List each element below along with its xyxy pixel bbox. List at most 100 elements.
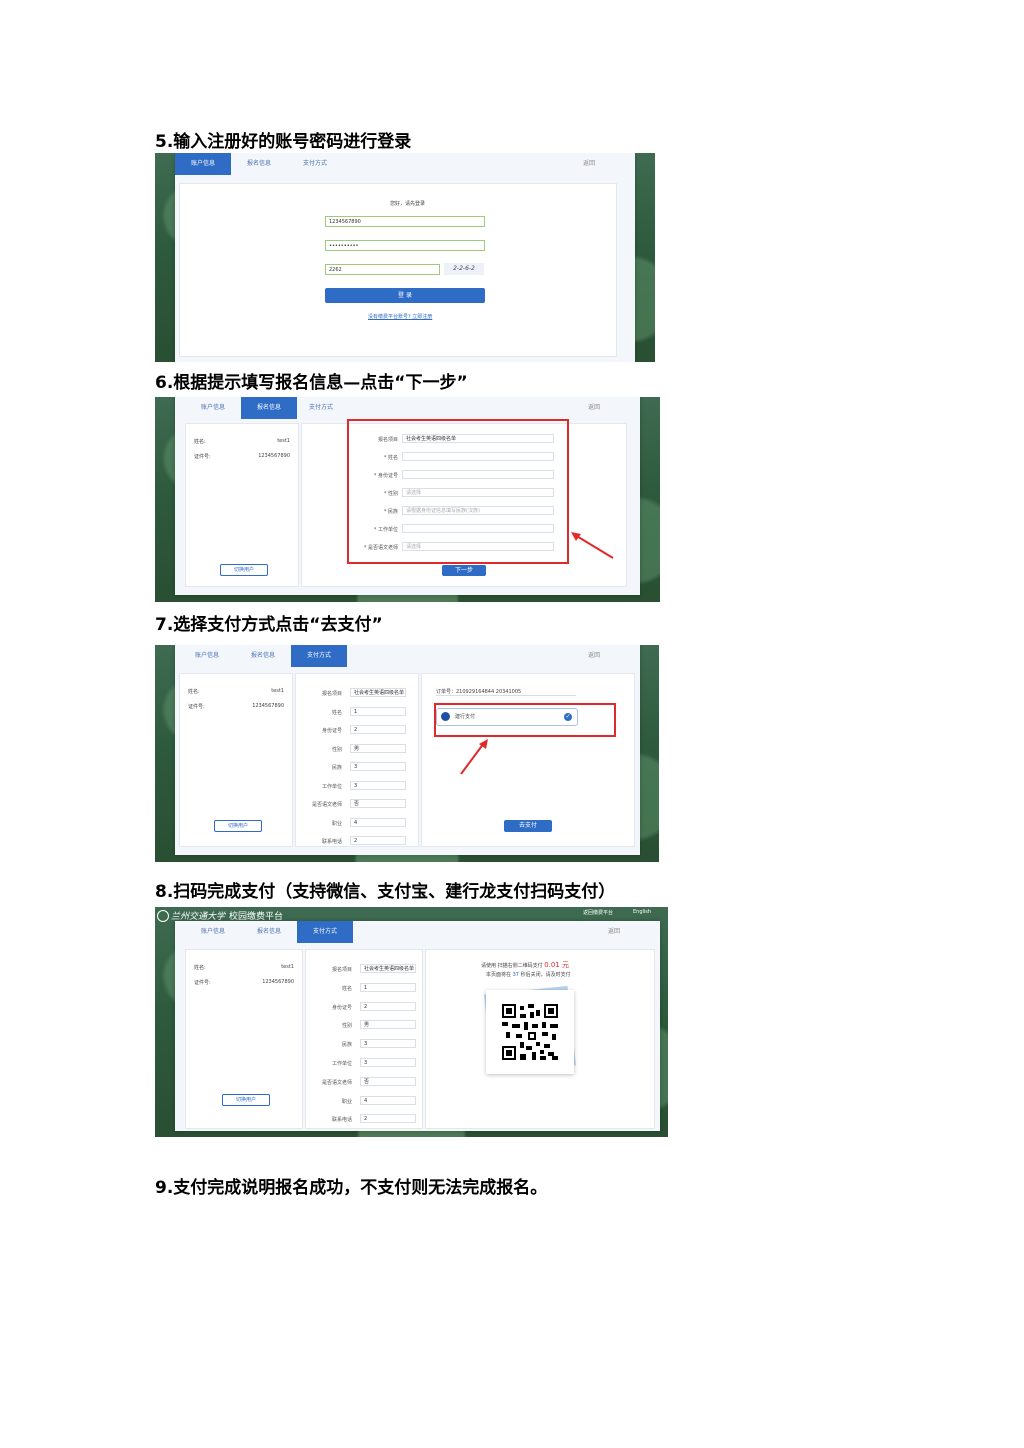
order-number: 订单号：210929164844 20341005 — [436, 688, 576, 696]
name-value: test1 — [271, 688, 284, 694]
step6-heading: 6.根据提示填写报名信息—点击“下一步” — [155, 373, 468, 393]
tab-bar: 账户信息 报名信息 支付方式 返回 — [175, 921, 660, 943]
back-link[interactable]: 返回 — [588, 645, 600, 667]
form-field-label: 报名项目 — [321, 691, 342, 697]
form-field-label: 姓名 — [331, 709, 342, 716]
name-label: 姓名: — [194, 965, 206, 971]
form-field-input[interactable]: 1 — [350, 706, 406, 716]
back-link[interactable]: 返回 — [608, 921, 620, 943]
switch-user-button[interactable]: 切换用户 — [222, 1094, 270, 1106]
form-field-input[interactable]: 社会考生英语四级名单 — [360, 964, 416, 973]
logo-icon — [157, 910, 169, 922]
countdown-suffix: 秒后关闭，请及时支付 — [520, 972, 571, 978]
id-label: 证件号: — [188, 704, 205, 710]
form-field-input[interactable]: 2 — [350, 836, 406, 845]
form-field-input[interactable]: 社会考生英语四级名单 — [350, 688, 406, 697]
countdown-seconds: 37 — [512, 972, 519, 978]
password-input[interactable]: •••••••••• — [325, 240, 485, 251]
form-field-input[interactable]: 否 — [350, 799, 406, 808]
name-label: 姓名: — [188, 689, 200, 695]
form-field-input[interactable]: 2 — [350, 725, 406, 734]
tab-signup[interactable]: 报名信息 — [241, 921, 297, 943]
tab-signup[interactable]: 报名信息 — [241, 397, 297, 419]
form-field-input[interactable]: 1 — [360, 982, 416, 992]
qr-screenshot: 兰州交通大学 校园缴费平台 返回缴费平台 English 账户信息 报名信息 支… — [155, 907, 668, 1137]
switch-user-button[interactable]: 切换用户 — [220, 564, 268, 576]
form-field-input[interactable]: 男 — [360, 1020, 416, 1030]
tab-pay[interactable]: 支付方式 — [293, 397, 349, 419]
login-greeting: 您好，请先登录 — [390, 201, 426, 207]
form-field-input[interactable]: 4 — [360, 1095, 416, 1105]
step5-heading: 5.输入注册好的账号密码进行登录 — [155, 132, 412, 152]
tab-signup[interactable]: 报名信息 — [235, 645, 291, 667]
next-button[interactable]: 下一步 — [442, 565, 486, 576]
form-field-label: 身份证号 — [331, 1004, 352, 1011]
user-sidebar: 姓名: test1 证件号: 1234567890 切换用户 — [185, 423, 299, 587]
payment-panel: 账户信息 报名信息 支付方式 返回 姓名: test1 证件号: 1234567… — [175, 645, 640, 855]
form-field-input[interactable]: 2 — [360, 1114, 416, 1124]
form-field-input[interactable]: 2 — [360, 1001, 416, 1011]
arrow-icon — [571, 532, 614, 559]
tab-pay[interactable]: 支付方式 — [297, 921, 353, 943]
form-field-label: 职业 — [341, 1098, 352, 1105]
go-pay-button[interactable]: 去支付 — [504, 820, 552, 832]
form-field-input[interactable]: 3 — [350, 780, 406, 790]
form-field-label: 民族 — [331, 765, 342, 771]
captcha-input[interactable]: 2262 — [325, 264, 440, 275]
return-platform-link[interactable]: 返回缴费平台 — [583, 909, 613, 916]
login-button[interactable]: 登 录 — [325, 288, 485, 303]
tab-account[interactable]: 账户信息 — [179, 645, 235, 667]
form-field-label: 联系电话 — [331, 1117, 352, 1124]
switch-user-button[interactable]: 切换用户 — [214, 820, 262, 832]
qr-code-icon — [502, 1004, 558, 1060]
form-field-label: 姓名 — [341, 985, 352, 992]
id-label: 证件号: — [194, 980, 211, 986]
id-value: 1234567890 — [252, 703, 284, 709]
pay-prompt: 请使用 扫描右侧二维码支付 0.01 元 — [481, 960, 569, 970]
register-link[interactable]: 没有缴费平台账号? 立即注册 — [368, 313, 432, 320]
form-field-label: 是否语文老师 — [321, 1079, 352, 1086]
id-value: 1234567890 — [258, 453, 290, 459]
form-field-label: 是否语文老师 — [311, 802, 342, 808]
qr-frame — [486, 990, 574, 1074]
pay-amount: 0.01 元 — [544, 961, 569, 969]
username-input[interactable]: 1234567890 — [325, 216, 485, 227]
step9-heading: 9.支付完成说明报名成功，不支付则无法完成报名。 — [155, 1178, 548, 1198]
login-card: 您好，请先登录 1234567890 •••••••••• 2262 2-2-6… — [179, 183, 617, 357]
tab-bar: 账户信息 报名信息 支付方式 返回 — [175, 153, 635, 175]
name-label: 姓名: — [194, 439, 206, 445]
step7-heading: 7.选择支付方式点击“去支付” — [155, 615, 383, 635]
id-value: 1234567890 — [262, 979, 294, 985]
arrow-icon — [460, 739, 488, 775]
tab-pay[interactable]: 支付方式 — [287, 153, 343, 175]
form-field-input[interactable]: 4 — [350, 817, 406, 827]
form-field-input[interactable]: 3 — [360, 1039, 416, 1049]
english-link[interactable]: English — [633, 909, 651, 915]
back-link[interactable]: 返回 — [588, 397, 600, 419]
form-field-label: 工作单位 — [321, 783, 342, 790]
name-value: test1 — [277, 438, 290, 444]
user-sidebar: 姓名: test1 证件号: 1234567890 切换用户 — [179, 673, 293, 847]
tab-pay[interactable]: 支付方式 — [291, 645, 347, 667]
countdown-text: 本页面将在 37 秒后关闭，请及时支付 — [486, 971, 571, 978]
summary-card: 报名项目 社会考生英语四级名单 姓名 1 身份证号 2 性别 男民族 3 工作单位 3 是否语文老师 否… — [295, 673, 419, 847]
form-field-label: 工作单位 — [331, 1061, 352, 1067]
form-field-input[interactable]: 男 — [350, 743, 406, 753]
tab-account[interactable]: 账户信息 — [175, 153, 231, 175]
form-field-input[interactable]: 3 — [350, 762, 406, 771]
form-field-input[interactable]: 3 — [360, 1058, 416, 1067]
step8-heading: 8.扫码完成支付（支持微信、支付宝、建行龙支付扫码支付） — [155, 882, 616, 902]
name-value: test1 — [281, 964, 294, 970]
form-field-label: 性别 — [331, 746, 342, 753]
login-screenshot: 账户信息 报名信息 支付方式 返回 您好，请先登录 1234567890 •••… — [155, 153, 655, 362]
tab-signup[interactable]: 报名信息 — [231, 153, 287, 175]
tab-account[interactable]: 账户信息 — [185, 921, 241, 943]
back-link[interactable]: 返回 — [583, 153, 595, 175]
form-field-input[interactable]: 否 — [360, 1076, 416, 1086]
tab-account[interactable]: 账户信息 — [185, 397, 241, 419]
signup-screenshot: 账户信息 报名信息 支付方式 返回 姓名: test1 证件号: 1234567… — [155, 397, 660, 602]
countdown-prefix: 本页面将在 — [486, 972, 512, 978]
login-panel: 账户信息 报名信息 支付方式 返回 您好，请先登录 1234567890 •••… — [175, 153, 635, 362]
captcha-image[interactable]: 2-2-6-2 — [444, 263, 484, 275]
highlight-box — [434, 703, 616, 737]
